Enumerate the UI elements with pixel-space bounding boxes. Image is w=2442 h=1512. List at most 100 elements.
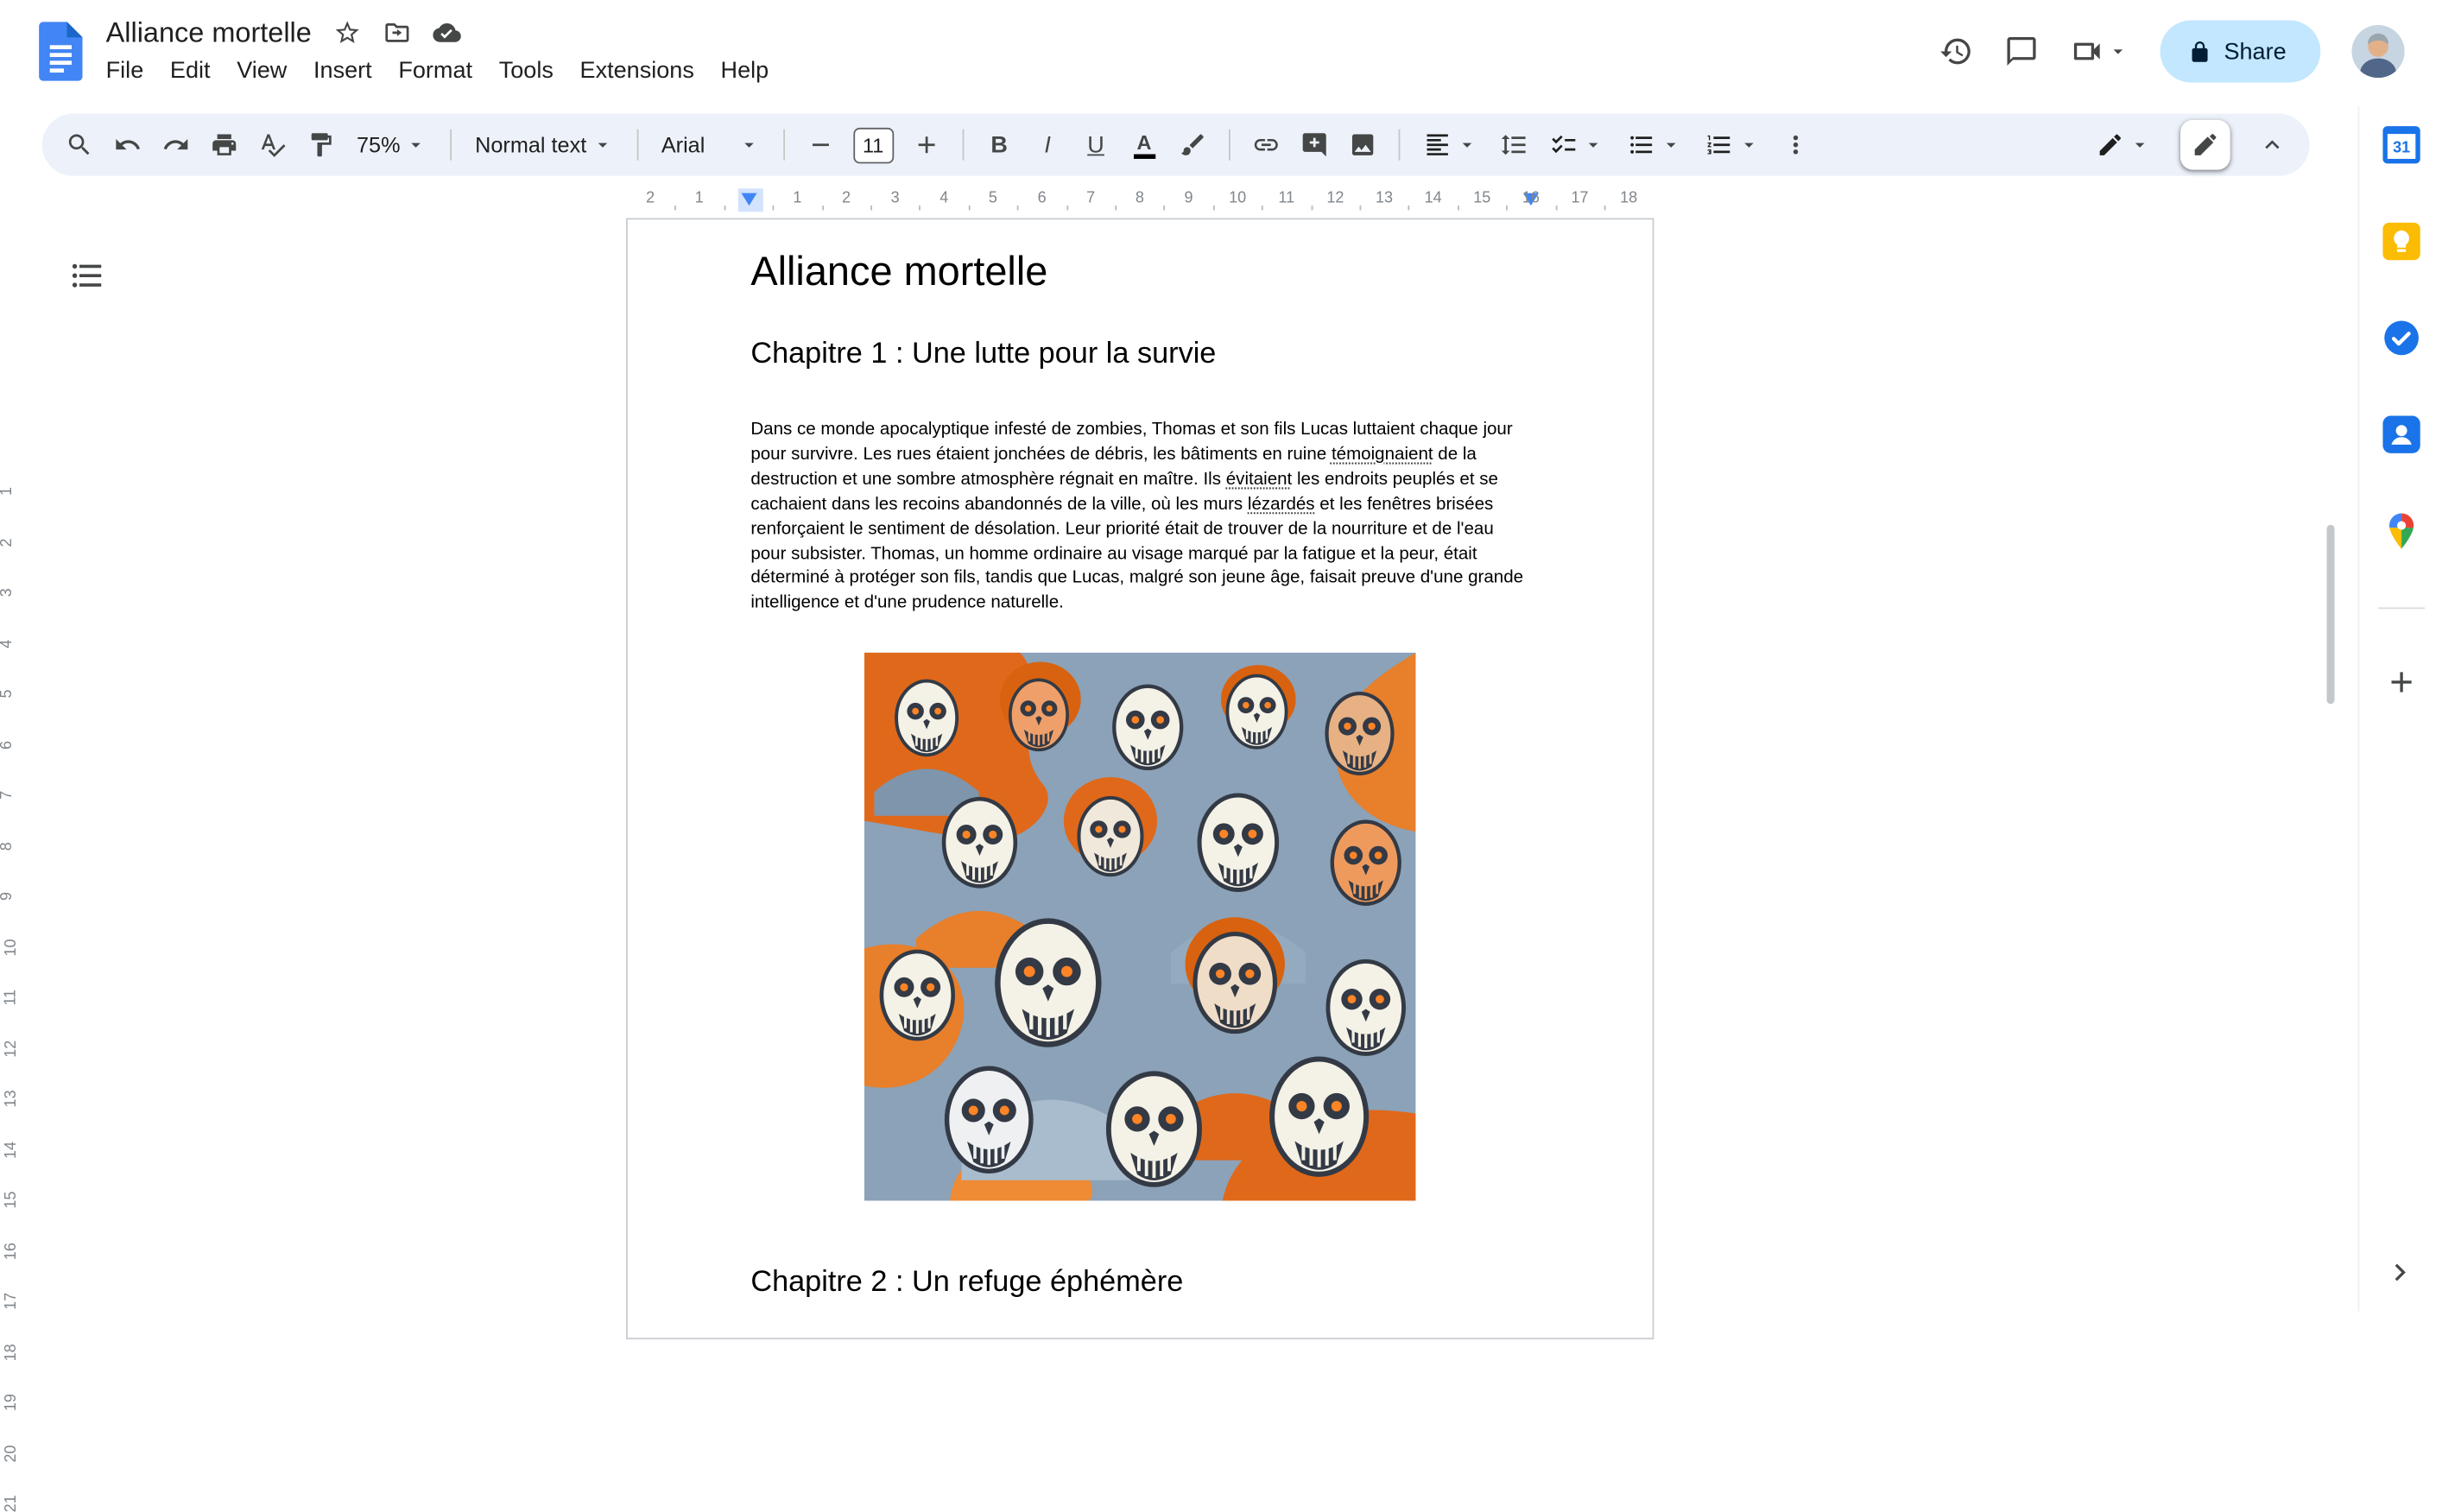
pen-icon bbox=[2099, 134, 2122, 155]
horizontal-ruler[interactable]: 2 1 1 2 3 4 5 6 7 8 9 10 11 12 13 14 15 16 17 18 bbox=[0, 188, 2355, 214]
calendar-day-label: 31 bbox=[2392, 139, 2409, 156]
underline-button[interactable]: U bbox=[1074, 124, 1118, 165]
cloud-status-icon[interactable] bbox=[433, 19, 461, 47]
dropdown-caret-icon bbox=[1743, 142, 1753, 148]
ruler-number: 5 bbox=[988, 190, 997, 207]
contacts-icon[interactable] bbox=[2381, 414, 2421, 455]
font-family-select[interactable]: Arial bbox=[652, 132, 769, 157]
insert-image-icon[interactable] bbox=[1340, 124, 1383, 165]
vertical-scrollbar[interactable] bbox=[2326, 524, 2335, 705]
ruler-tick bbox=[919, 206, 921, 211]
ruler-tick bbox=[1066, 206, 1068, 211]
ruler-tick bbox=[772, 206, 775, 211]
chapter1-heading[interactable]: Chapitre 1 : Une lutte pour la survie bbox=[750, 338, 1216, 372]
misspelled-word[interactable]: témoignaient bbox=[1332, 446, 1433, 465]
align-left-icon bbox=[1426, 134, 1448, 155]
tasks-icon[interactable] bbox=[2381, 318, 2421, 358]
get-addons-icon[interactable] bbox=[2383, 665, 2418, 699]
spellcheck-icon[interactable] bbox=[250, 124, 294, 165]
menu-format[interactable]: Format bbox=[398, 58, 472, 85]
move-folder-icon[interactable] bbox=[383, 19, 411, 47]
ruler-tick bbox=[1310, 206, 1313, 211]
document-page[interactable]: Alliance mortelle Chapitre 1 : Une lutte… bbox=[626, 218, 1654, 1340]
numbered-list-select[interactable] bbox=[1695, 130, 1768, 158]
ruler-number: 17 bbox=[1571, 190, 1589, 207]
ruler-tick bbox=[1359, 206, 1362, 211]
collapse-panel-icon[interactable] bbox=[2382, 1256, 2417, 1290]
ruler-number: 18 bbox=[3, 1343, 21, 1361]
vertical-ruler[interactable]: 1 2 3 4 5 6 7 8 9 10 11 12 13 14 15 16 17 18 19 20 21 bbox=[0, 218, 25, 1512]
undo-icon[interactable] bbox=[106, 124, 149, 165]
ruler-number: 1 bbox=[793, 190, 802, 207]
font-size-input[interactable]: 11 bbox=[852, 126, 894, 163]
more-icon[interactable] bbox=[1774, 124, 1818, 165]
keep-icon[interactable] bbox=[2381, 221, 2421, 262]
editing-mode-select[interactable] bbox=[2087, 130, 2160, 158]
ruler-number: 11 bbox=[1278, 190, 1295, 207]
zoom-select[interactable]: 75% bbox=[347, 132, 436, 157]
bulleted-list-select[interactable] bbox=[1617, 130, 1691, 158]
meet-video-button[interactable] bbox=[2070, 35, 2129, 69]
menu-edit[interactable]: Edit bbox=[170, 58, 211, 85]
markup-pen-button[interactable] bbox=[2179, 119, 2230, 170]
ruler-number: 17 bbox=[3, 1292, 21, 1310]
ruler-tick bbox=[724, 206, 725, 211]
ruler-number: 15 bbox=[1473, 190, 1491, 207]
document-title[interactable]: Alliance mortelle bbox=[106, 16, 312, 49]
zombie-illustration[interactable] bbox=[864, 652, 1416, 1201]
link-icon[interactable] bbox=[1243, 124, 1287, 165]
ruler-tick bbox=[1604, 206, 1606, 211]
collapse-toolbar-icon[interactable] bbox=[2250, 124, 2294, 165]
share-button[interactable]: Share bbox=[2160, 20, 2321, 83]
ruler-tick bbox=[1016, 206, 1019, 211]
redo-icon[interactable] bbox=[155, 124, 198, 165]
search-icon[interactable] bbox=[58, 124, 101, 165]
print-icon[interactable] bbox=[202, 124, 245, 165]
version-history-icon[interactable] bbox=[1939, 35, 1973, 69]
lock-icon bbox=[2192, 41, 2208, 61]
document-outline-icon[interactable] bbox=[68, 257, 105, 294]
menu-view[interactable]: View bbox=[237, 58, 287, 85]
ruler-tick bbox=[1408, 206, 1410, 211]
menu-extensions[interactable]: Extensions bbox=[580, 58, 694, 85]
left-indent-marker[interactable] bbox=[741, 193, 757, 206]
ruler-tick bbox=[674, 206, 677, 211]
menu-tools[interactable]: Tools bbox=[499, 58, 554, 85]
ruler-number: 13 bbox=[1375, 190, 1394, 207]
paint-format-icon[interactable] bbox=[299, 124, 342, 165]
ruler-number: 8 bbox=[0, 841, 16, 851]
checklist-select[interactable] bbox=[1540, 130, 1613, 158]
paragraph-style-select[interactable]: Normal text bbox=[465, 132, 622, 157]
ruler-number: 2 bbox=[842, 190, 851, 207]
ruler-tick bbox=[821, 206, 824, 211]
add-comment-icon[interactable] bbox=[1292, 124, 1336, 165]
star-icon[interactable] bbox=[333, 19, 361, 47]
ruler-number: 21 bbox=[3, 1495, 21, 1512]
misspelled-word[interactable]: lézardés bbox=[1248, 495, 1315, 514]
ruler-tick bbox=[1457, 206, 1459, 211]
align-select[interactable] bbox=[1414, 130, 1487, 158]
increase-font-size-button[interactable] bbox=[904, 124, 947, 165]
ruler-number: 11 bbox=[3, 989, 20, 1006]
menu-help[interactable]: Help bbox=[721, 58, 769, 85]
misspelled-word[interactable]: évitaient bbox=[1226, 470, 1293, 489]
doc-heading-title[interactable]: Alliance mortelle bbox=[750, 248, 1047, 296]
menu-insert[interactable]: Insert bbox=[313, 58, 372, 85]
title-row: Alliance mortelle bbox=[106, 12, 769, 53]
italic-button[interactable]: I bbox=[1026, 124, 1069, 165]
bold-button[interactable]: B bbox=[977, 124, 1021, 165]
calendar-icon[interactable]: 31 bbox=[2381, 124, 2421, 165]
comments-icon[interactable] bbox=[2004, 35, 2039, 69]
highlight-icon[interactable] bbox=[1171, 124, 1215, 165]
menu-file[interactable]: File bbox=[106, 58, 144, 85]
line-spacing-icon[interactable] bbox=[1491, 124, 1534, 165]
chapter2-heading[interactable]: Chapitre 2 : Un refuge éphémère bbox=[750, 1266, 1183, 1300]
body-paragraph[interactable]: Dans ce monde apocalyptique infesté de z… bbox=[750, 419, 1534, 617]
text-color-button[interactable]: A bbox=[1123, 124, 1167, 165]
account-avatar[interactable] bbox=[2351, 24, 2405, 79]
ruler-number: 7 bbox=[1086, 190, 1096, 207]
docs-logo[interactable] bbox=[39, 22, 83, 81]
decrease-font-size-button[interactable] bbox=[799, 124, 842, 165]
maps-icon[interactable] bbox=[2381, 511, 2421, 552]
ruler-number: 9 bbox=[0, 891, 16, 901]
